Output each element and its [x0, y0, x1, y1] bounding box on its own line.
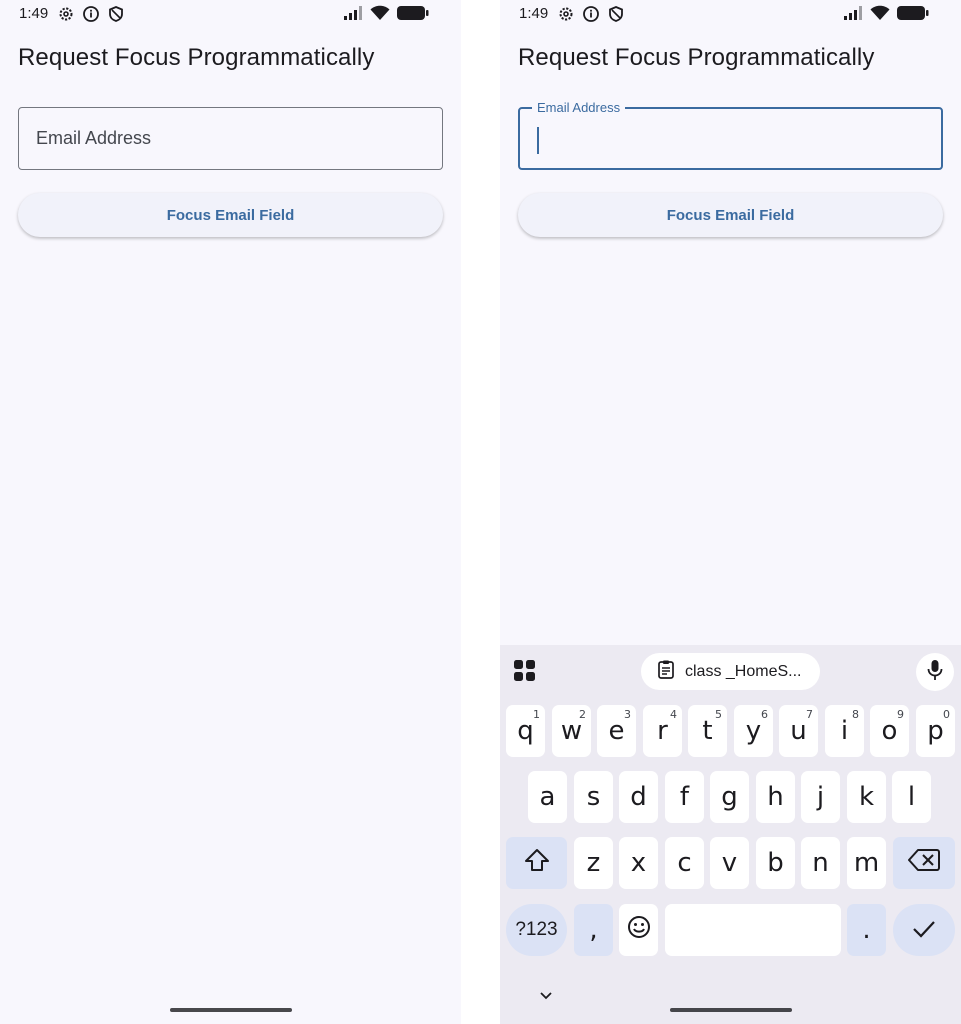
phone-screen-focused: 1:49 Request Focus Programmatically Emai… — [500, 0, 961, 1024]
key-label: t — [702, 716, 713, 746]
text-cursor — [537, 127, 539, 154]
apps-grid-icon[interactable] — [513, 659, 537, 683]
shield-icon — [107, 5, 125, 23]
key-label: e — [608, 716, 625, 746]
settings-gear-icon — [557, 5, 575, 23]
key-t[interactable]: t5 — [688, 705, 727, 757]
key-number-hint: 9 — [897, 708, 904, 721]
wifi-icon — [370, 5, 390, 26]
key-number-hint: 4 — [670, 708, 677, 721]
key-r[interactable]: r4 — [643, 705, 682, 757]
email-field-placeholder: Email Address — [36, 128, 152, 148]
checkmark-icon — [912, 915, 936, 945]
chevron-down-icon[interactable] — [538, 988, 554, 1004]
focus-email-button[interactable]: Focus Email Field — [518, 193, 943, 237]
shield-icon — [607, 5, 625, 23]
key-v[interactable]: v — [710, 837, 749, 889]
key-label: r — [657, 716, 668, 746]
key-b[interactable]: b — [756, 837, 795, 889]
key-p[interactable]: p0 — [916, 705, 955, 757]
key-d[interactable]: d — [619, 771, 658, 823]
focus-email-button[interactable]: Focus Email Field — [18, 193, 443, 237]
keyboard-toolbar: class _HomeS... — [500, 645, 961, 697]
shift-icon — [524, 848, 550, 879]
key-l[interactable]: l — [892, 771, 931, 823]
key-number-hint: 7 — [806, 708, 813, 721]
signal-icon — [843, 6, 863, 25]
emoji-key[interactable] — [619, 904, 658, 956]
info-icon — [82, 5, 100, 23]
clipboard-icon — [656, 659, 676, 684]
status-time: 1:49 — [19, 5, 49, 22]
key-n[interactable]: n — [801, 837, 840, 889]
settings-gear-icon — [57, 5, 75, 23]
done-key[interactable] — [893, 904, 955, 956]
email-field-label: Email Address — [532, 100, 626, 115]
space-key[interactable] — [665, 904, 841, 956]
shift-key[interactable] — [506, 837, 567, 889]
key-label: i — [840, 716, 849, 746]
battery-icon — [397, 6, 429, 25]
email-field[interactable]: Email Address — [518, 100, 943, 170]
microphone-icon — [926, 659, 944, 686]
info-icon — [582, 5, 600, 23]
key-h[interactable]: h — [756, 771, 795, 823]
wifi-icon — [870, 5, 890, 26]
key-g[interactable]: g — [710, 771, 749, 823]
key-number-hint: 3 — [624, 708, 631, 721]
key-f[interactable]: f — [665, 771, 704, 823]
key-w[interactable]: w2 — [552, 705, 591, 757]
status-time: 1:49 — [519, 5, 549, 22]
key-o[interactable]: o9 — [870, 705, 909, 757]
key-k[interactable]: k — [847, 771, 886, 823]
key-u[interactable]: u7 — [779, 705, 818, 757]
home-indicator[interactable] — [670, 1008, 792, 1012]
key-label: u — [790, 716, 807, 746]
status-bar: 1:49 — [500, 0, 961, 28]
key-z[interactable]: z — [574, 837, 613, 889]
page-title: Request Focus Programmatically — [18, 44, 375, 71]
key-number-hint: 1 — [533, 708, 540, 721]
symbols-key[interactable]: ?123 — [506, 904, 567, 956]
key-number-hint: 8 — [852, 708, 859, 721]
status-bar: 1:49 — [0, 0, 461, 28]
clipboard-suggestion-chip[interactable]: class _HomeS... — [641, 653, 820, 690]
key-label: y — [745, 716, 762, 746]
key-s[interactable]: s — [574, 771, 613, 823]
key-number-hint: 0 — [943, 708, 950, 721]
key-label: q — [517, 716, 534, 746]
key-y[interactable]: y6 — [734, 705, 773, 757]
key-number-hint: 5 — [715, 708, 722, 721]
key-number-hint: 6 — [761, 708, 768, 721]
period-key[interactable]: . — [847, 904, 886, 956]
battery-icon — [897, 6, 929, 25]
key-j[interactable]: j — [801, 771, 840, 823]
key-a[interactable]: a — [528, 771, 567, 823]
key-label: p — [927, 716, 944, 746]
key-c[interactable]: c — [665, 837, 704, 889]
key-i[interactable]: i8 — [825, 705, 864, 757]
backspace-icon — [908, 848, 940, 879]
email-field[interactable]: Email Address — [18, 107, 443, 170]
backspace-key[interactable] — [893, 837, 955, 889]
emoji-icon — [627, 915, 651, 946]
comma-key[interactable]: , — [574, 904, 613, 956]
key-e[interactable]: e3 — [597, 705, 636, 757]
page-title: Request Focus Programmatically — [518, 44, 875, 71]
signal-icon — [343, 6, 363, 25]
microphone-button[interactable] — [916, 653, 954, 691]
phone-screen-unfocused: 1:49 Request Focus Programmatically Emai… — [0, 0, 461, 1024]
clipboard-suggestion-text: class _HomeS... — [685, 662, 802, 680]
key-q[interactable]: q1 — [506, 705, 545, 757]
key-number-hint: 2 — [579, 708, 586, 721]
key-m[interactable]: m — [847, 837, 886, 889]
key-x[interactable]: x — [619, 837, 658, 889]
key-label: o — [881, 716, 898, 746]
soft-keyboard: class _HomeS... q1 w2 e3 r4 t5 y6 u7 i8 … — [500, 645, 961, 1024]
home-indicator[interactable] — [170, 1008, 292, 1012]
